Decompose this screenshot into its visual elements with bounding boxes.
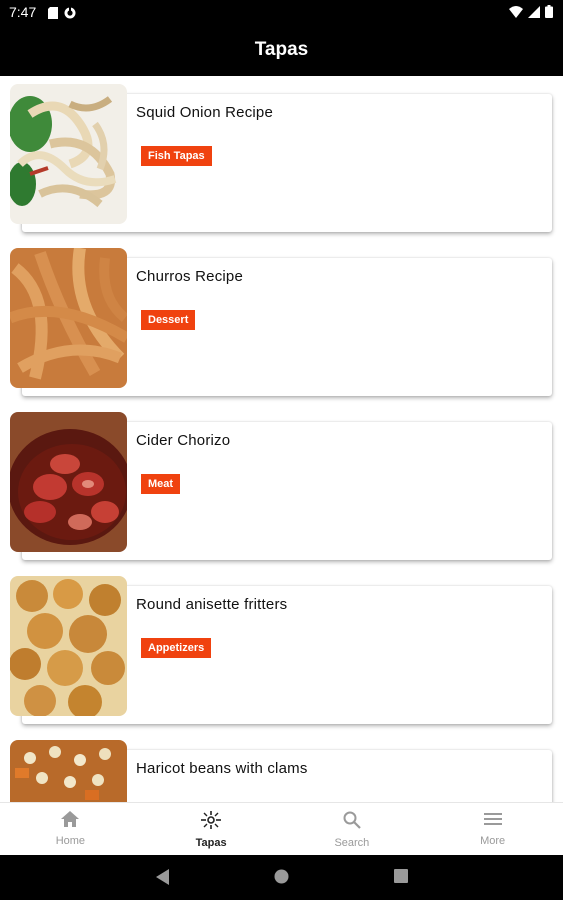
recipe-thumbnail	[10, 576, 127, 716]
recipe-list-item[interactable]: Churros Recipe Dessert	[0, 240, 563, 400]
status-notification-icons	[48, 6, 76, 24]
sd-card-icon	[48, 6, 58, 24]
menu-icon	[483, 811, 502, 832]
nav-label-home: Home	[55, 835, 86, 847]
app-bar: Tapas	[0, 24, 563, 76]
bottom-navigation: Home Tapas Search More	[0, 802, 563, 855]
recipe-title: Round anisette fritters	[136, 596, 288, 613]
tapas-icon	[201, 811, 222, 834]
recipe-title: Haricot beans with clams	[136, 760, 308, 777]
search-icon	[343, 811, 361, 834]
nav-label-search: Search	[334, 837, 370, 849]
recipe-list[interactable]: Squid Onion Recipe Fish Tapas Churros Re…	[0, 76, 563, 802]
nav-item-tapas[interactable]: Tapas	[141, 803, 282, 855]
status-bar: 7:47	[0, 0, 563, 24]
recipe-title: Churros Recipe	[136, 268, 244, 285]
battery-icon	[545, 5, 553, 23]
status-system-icons	[509, 5, 553, 23]
nav-item-more[interactable]: More	[422, 803, 563, 855]
sync-icon	[64, 6, 76, 24]
recipe-category-badge: Meat	[141, 474, 181, 494]
recipe-list-item[interactable]: Round anisette fritters Appetizers	[0, 568, 563, 728]
recipe-thumbnail	[10, 740, 127, 802]
recipe-thumbnail	[10, 84, 127, 224]
recipe-list-item[interactable]: Haricot beans with clams	[0, 732, 563, 802]
recipe-thumbnail	[10, 248, 127, 388]
nav-item-home[interactable]: Home	[0, 803, 141, 855]
page-title: Tapas	[254, 39, 309, 60]
nav-label-more: More	[480, 835, 506, 847]
wifi-icon	[509, 5, 523, 23]
recipe-category-badge: Fish Tapas	[141, 146, 212, 166]
recipe-title: Cider Chorizo	[136, 432, 231, 449]
recipe-list-item[interactable]: Squid Onion Recipe Fish Tapas	[0, 76, 563, 236]
status-time: 7:47	[9, 4, 37, 20]
recipe-title: Squid Onion Recipe	[136, 104, 274, 121]
system-navigation-bar	[0, 855, 563, 900]
app-screen: 7:47 Tapas Squid Onion Recipe Fish Tapas…	[0, 0, 563, 900]
recipe-category-badge: Appetizers	[141, 638, 212, 658]
nav-item-search[interactable]: Search	[282, 803, 423, 855]
recipe-thumbnail	[10, 412, 127, 552]
recipe-category-badge: Dessert	[141, 310, 196, 330]
signal-icon	[528, 5, 540, 23]
home-icon	[61, 811, 80, 832]
home-button-icon[interactable]	[274, 869, 289, 889]
nav-label-tapas: Tapas	[195, 837, 227, 849]
recipe-list-item[interactable]: Cider Chorizo Meat	[0, 404, 563, 564]
recents-icon[interactable]	[394, 869, 408, 888]
back-icon[interactable]	[156, 869, 170, 890]
